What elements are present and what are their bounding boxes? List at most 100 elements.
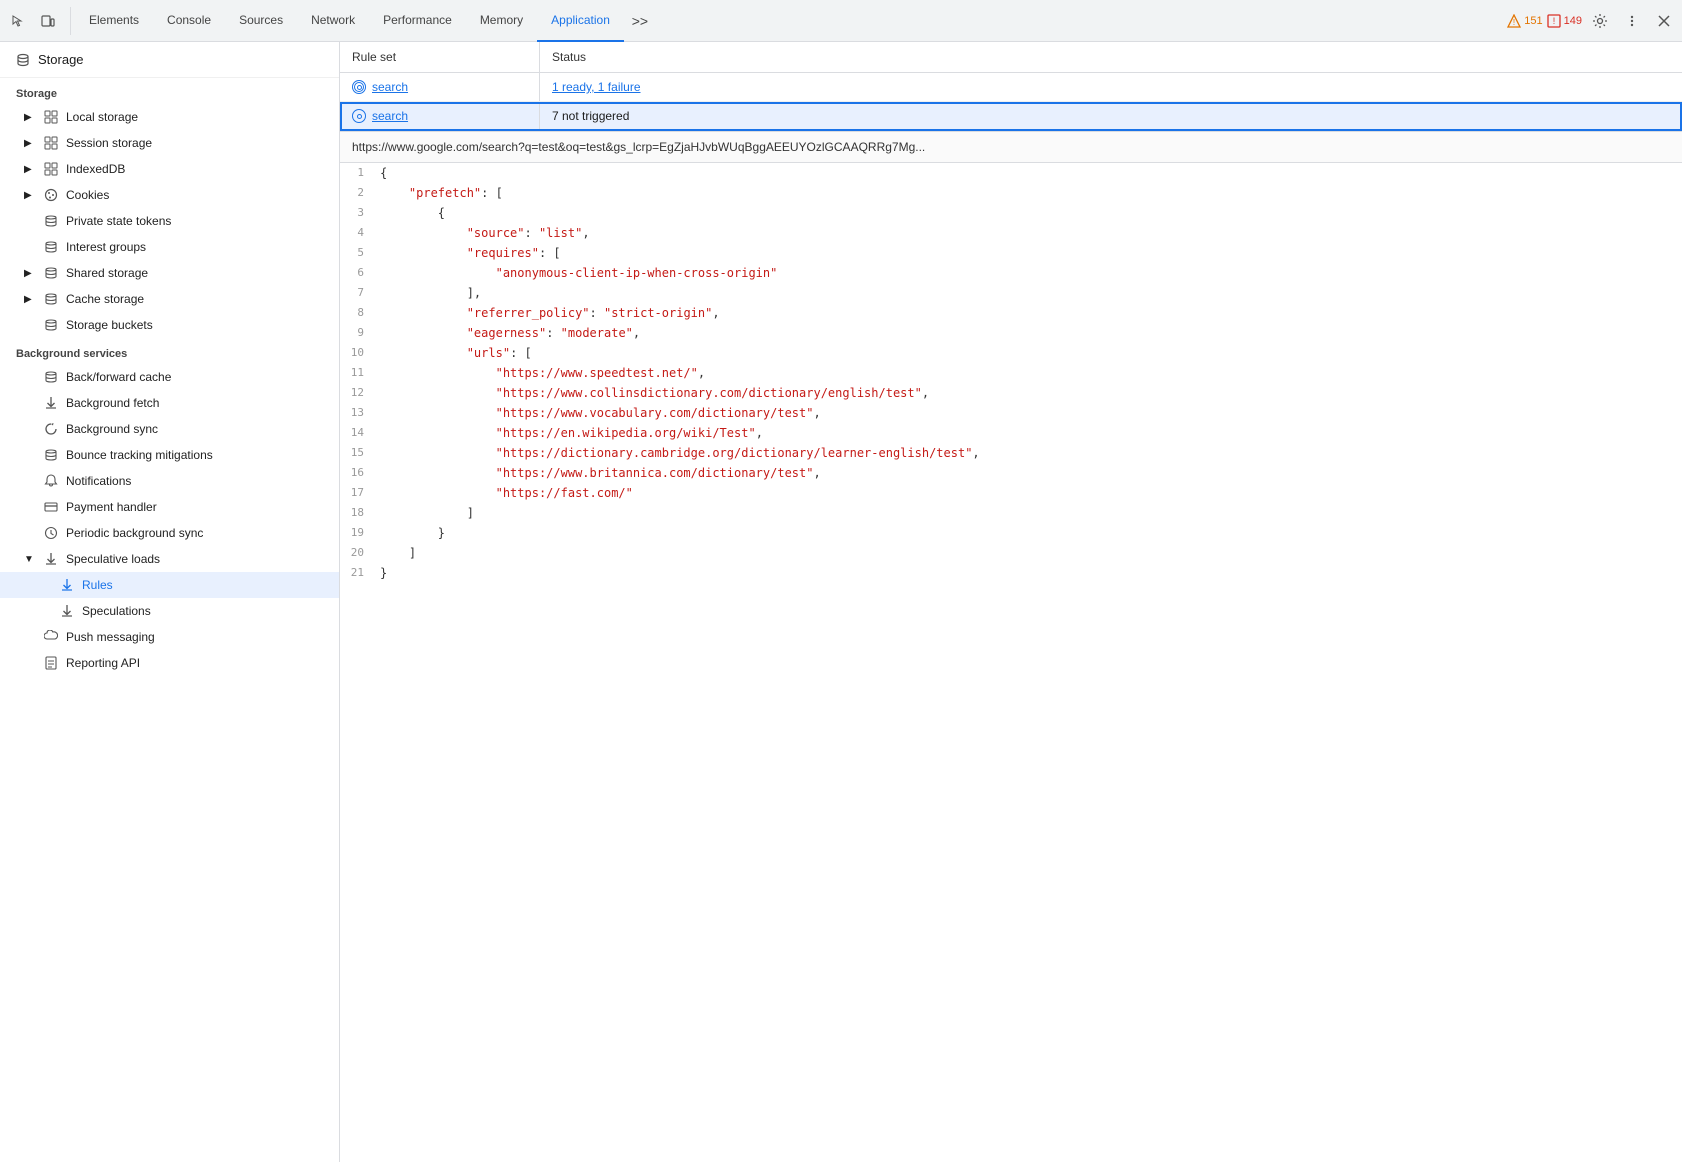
sidebar-item-interest-groups[interactable]: ▶ Interest groups (0, 234, 339, 260)
sidebar-item-speculative-loads[interactable]: ▼ Speculative loads (0, 546, 339, 572)
table-row[interactable]: search 1 ready, 1 failure (340, 73, 1682, 102)
sidebar-item-label: Periodic background sync (66, 526, 203, 540)
status-link[interactable]: 1 ready, 1 failure (552, 80, 641, 94)
bell-icon (44, 474, 58, 488)
line-number: 21 (340, 564, 380, 582)
cell-status: 1 ready, 1 failure (540, 73, 1682, 101)
tab-application[interactable]: Application (537, 0, 624, 42)
speculate-icon (352, 80, 366, 94)
line-content: "https://www.speedtest.net/", (380, 364, 1682, 382)
sidebar-item-indexed-db[interactable]: ▶ IndexedDB (0, 156, 339, 182)
line-content: } (380, 564, 1682, 582)
line-number: 19 (340, 524, 380, 542)
tab-memory[interactable]: Memory (466, 0, 537, 42)
line-content: "eagerness": "moderate", (380, 324, 1682, 342)
sidebar-item-push-messaging[interactable]: ▶ Push messaging (0, 624, 339, 650)
code-line: 12 "https://www.collinsdictionary.com/di… (340, 383, 1682, 403)
sidebar-item-label: Back/forward cache (66, 370, 171, 384)
expand-chevron: ▶ (24, 294, 36, 305)
line-number: 12 (340, 384, 380, 402)
sidebar-item-shared-storage[interactable]: ▶ Shared storage (0, 260, 339, 286)
line-number: 3 (340, 204, 380, 222)
sidebar-item-background-fetch[interactable]: ▶ Background fetch (0, 390, 339, 416)
line-content: ], (380, 284, 1682, 302)
sidebar-item-session-storage[interactable]: ▶ Session storage (0, 130, 339, 156)
code-line: 7 ], (340, 283, 1682, 303)
speculations-icon (60, 604, 74, 618)
sidebar-item-storage-buckets[interactable]: ▶ Storage buckets (0, 312, 339, 338)
tab-bar-icons (4, 7, 71, 35)
line-content: "https://fast.com/" (380, 484, 1682, 502)
close-icon[interactable] (1650, 7, 1678, 35)
url-bar: https://www.google.com/search?q=test&oq=… (340, 132, 1682, 163)
sidebar-item-cookies[interactable]: ▶ Cookies (0, 182, 339, 208)
line-content: ] (380, 544, 1682, 562)
code-line: 9 "eagerness": "moderate", (340, 323, 1682, 343)
tab-network[interactable]: Network (297, 0, 369, 42)
code-line: 6 "anonymous-client-ip-when-cross-origin… (340, 263, 1682, 283)
tab-bar: Elements Console Sources Network Perform… (0, 0, 1682, 42)
line-number: 4 (340, 224, 380, 242)
sidebar-item-private-state-tokens[interactable]: ▶ Private state tokens (0, 208, 339, 234)
line-content: "https://www.collinsdictionary.com/dicti… (380, 384, 1682, 402)
expand-chevron: ▶ (24, 190, 36, 201)
line-content: "https://www.vocabulary.com/dictionary/t… (380, 404, 1682, 422)
table-row[interactable]: search 7 not triggered (340, 102, 1682, 131)
more-tabs-button[interactable]: >> (626, 7, 654, 35)
speculative-icon (44, 552, 58, 566)
cell-status: 7 not triggered (540, 102, 1682, 130)
line-content: { (380, 204, 1682, 222)
line-number: 16 (340, 464, 380, 482)
code-line: 8 "referrer_policy": "strict-origin", (340, 303, 1682, 323)
sidebar-item-cache-storage[interactable]: ▶ Cache storage (0, 286, 339, 312)
tab-elements[interactable]: Elements (75, 0, 153, 42)
settings-icon[interactable] (1586, 7, 1614, 35)
line-content: "https://www.britannica.com/dictionary/t… (380, 464, 1682, 482)
sidebar-item-periodic-bg-sync[interactable]: ▶ Periodic background sync (0, 520, 339, 546)
sidebar-item-rules[interactable]: ▶ Rules (0, 572, 339, 598)
sidebar-item-local-storage[interactable]: ▶ Local storage (0, 104, 339, 130)
storage-section-label: Storage (0, 78, 339, 104)
code-area[interactable]: 1{2 "prefetch": [3 {4 "source": "list",5… (340, 163, 1682, 1162)
code-line: 17 "https://fast.com/" (340, 483, 1682, 503)
sidebar-item-back-forward-cache[interactable]: ▶ Back/forward cache (0, 364, 339, 390)
sidebar-item-notifications[interactable]: ▶ Notifications (0, 468, 339, 494)
sidebar-item-background-sync[interactable]: ▶ Background sync (0, 416, 339, 442)
tab-sources[interactable]: Sources (225, 0, 297, 42)
sidebar-item-label: Background fetch (66, 396, 159, 410)
cursor-icon[interactable] (4, 7, 32, 35)
line-number: 7 (340, 284, 380, 302)
more-options-icon[interactable] (1618, 7, 1646, 35)
sidebar-item-bounce-tracking[interactable]: ▶ Bounce tracking mitigations (0, 442, 339, 468)
tab-performance[interactable]: Performance (369, 0, 466, 42)
expand-chevron: ▶ (24, 268, 36, 279)
code-line: 2 "prefetch": [ (340, 183, 1682, 203)
code-line: 15 "https://dictionary.cambridge.org/dic… (340, 443, 1682, 463)
cell-ruleset: search (340, 102, 540, 130)
tab-console[interactable]: Console (153, 0, 225, 42)
tab-bar-right: ! 151 ! 149 (1507, 7, 1678, 35)
line-content: "requires": [ (380, 244, 1682, 262)
sidebar-item-speculations[interactable]: ▶ Speculations (0, 598, 339, 624)
line-content: "referrer_policy": "strict-origin", (380, 304, 1682, 322)
ruleset-link[interactable]: search (372, 109, 408, 123)
sidebar-item-reporting-api[interactable]: ▶ Reporting API (0, 650, 339, 676)
error-badge: ! 149 (1547, 14, 1582, 28)
code-line: 3 { (340, 203, 1682, 223)
background-section-label: Background services (0, 338, 339, 364)
code-line: 18 ] (340, 503, 1682, 523)
line-content: "source": "list", (380, 224, 1682, 242)
line-content: { (380, 164, 1682, 182)
expand-chevron: ▶ (24, 164, 36, 175)
ruleset-link[interactable]: search (372, 80, 408, 94)
device-icon[interactable] (34, 7, 62, 35)
main-layout: Storage Storage ▶ Local storage ▶ Sessio… (0, 42, 1682, 1162)
table-area: Rule set Status search 1 ready, 1 failur… (340, 42, 1682, 132)
line-number: 9 (340, 324, 380, 342)
sidebar-item-payment-handler[interactable]: ▶ Payment handler (0, 494, 339, 520)
line-number: 1 (340, 164, 380, 182)
line-content: "https://en.wikipedia.org/wiki/Test", (380, 424, 1682, 442)
content-area: Rule set Status search 1 ready, 1 failur… (340, 42, 1682, 1162)
speculate-icon (352, 109, 366, 123)
line-number: 8 (340, 304, 380, 322)
